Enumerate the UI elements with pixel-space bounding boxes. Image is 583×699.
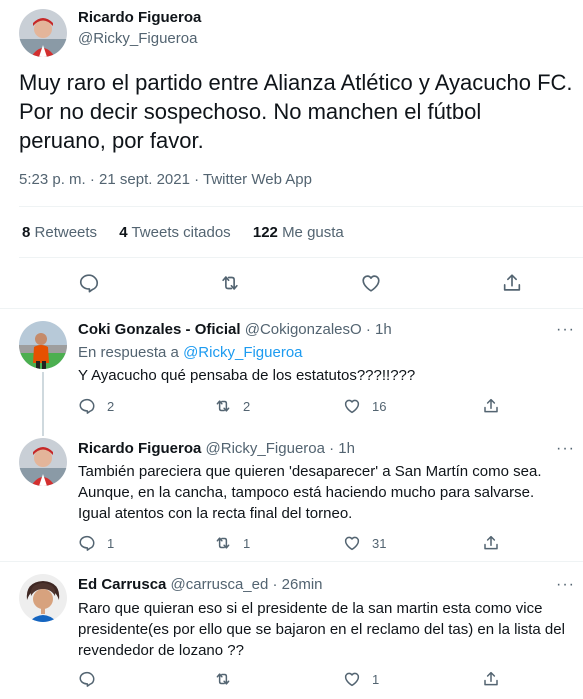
retweet-icon — [216, 673, 230, 685]
quotes-stat[interactable]: 4 Tweets citados — [119, 224, 230, 241]
retweet-button[interactable] — [217, 270, 243, 296]
share-button[interactable] — [482, 669, 500, 689]
like-count: 1 — [372, 671, 380, 687]
like-button[interactable]: 1 — [343, 669, 379, 689]
share-button[interactable] — [499, 270, 525, 296]
retweet-button[interactable]: 2 — [214, 396, 250, 416]
reply-handle-time[interactable]: @CokigonzalesO · 1h — [245, 321, 392, 338]
retweets-stat[interactable]: 8 Retweets — [22, 224, 97, 241]
thread-line — [42, 372, 44, 436]
retweet-button[interactable] — [214, 669, 243, 689]
retweets-label: Retweets — [34, 224, 98, 241]
avatar[interactable] — [19, 9, 67, 57]
like-icon — [344, 536, 360, 551]
retweet-icon — [216, 400, 230, 412]
reply-author-name[interactable]: Coki Gonzales - Oficial — [78, 321, 241, 338]
like-button[interactable] — [358, 270, 384, 296]
reply-text: También pareciera que quieren 'desaparec… — [78, 463, 542, 522]
more-icon[interactable]: ··· — [556, 440, 575, 458]
reply-count: 1 — [107, 535, 115, 551]
like-button[interactable]: 16 — [343, 396, 386, 416]
like-button[interactable]: 31 — [343, 533, 386, 553]
reply-handle-time[interactable]: @carrusca_ed · 26min — [171, 576, 323, 593]
reply-icon — [79, 274, 99, 293]
tweet-timestamp[interactable]: 5:23 p. m. · 21 sept. 2021 · Twitter Web… — [19, 171, 312, 188]
reply-tweet[interactable]: Ed Carrusca @carrusca_ed · 26min ··· Rar… — [0, 562, 583, 699]
more-icon[interactable]: ··· — [556, 321, 575, 339]
retweet-icon — [216, 537, 230, 549]
retweet-button[interactable]: 1 — [214, 533, 250, 553]
avatar[interactable] — [19, 574, 67, 622]
reply-actions: 2 2 16 — [78, 396, 508, 416]
tweet-actions — [0, 270, 583, 296]
avatar[interactable] — [19, 321, 67, 369]
share-icon — [484, 535, 498, 550]
retweet-icon — [222, 276, 238, 290]
divider — [19, 206, 583, 207]
like-icon — [362, 275, 380, 292]
reply-author-name[interactable]: Ed Carrusca — [78, 576, 166, 593]
reply-icon — [79, 398, 95, 414]
like-count: 16 — [372, 398, 387, 414]
reply-icon — [79, 535, 95, 551]
tweet-text: Muy raro el partido entre Alianza Atléti… — [19, 70, 573, 153]
reply-text: Y Ayacucho qué pensaba de los estatutos?… — [78, 367, 416, 384]
divider — [19, 257, 583, 258]
reply-actions: 1 1 31 — [78, 533, 508, 553]
share-icon — [503, 274, 521, 291]
like-count: 31 — [372, 535, 387, 551]
like-icon — [344, 399, 360, 414]
replying-to: En respuesta a @Ricky_Figueroa — [78, 344, 303, 361]
likes-count: 122 — [252, 224, 278, 241]
reply-count: 2 — [107, 398, 115, 414]
tweet-stats: 8 Retweets 4 Tweets citados 122 Me gusta — [22, 224, 362, 241]
retweet-count: 1 — [243, 535, 251, 551]
reply-header: Ed Carrusca @carrusca_ed · 26min — [78, 576, 323, 593]
share-button[interactable] — [482, 396, 500, 416]
like-icon — [344, 672, 360, 687]
more-icon[interactable]: ··· — [556, 576, 575, 594]
reply-handle-time[interactable]: @Ricky_Figueroa · 1h — [206, 440, 355, 457]
retweets-count: 8 — [22, 224, 31, 241]
reply-button[interactable] — [76, 270, 102, 296]
share-button[interactable] — [482, 533, 500, 553]
reply-tweet[interactable]: Ricardo Figueroa @Ricky_Figueroa · 1h ··… — [0, 436, 583, 562]
reply-button[interactable] — [78, 669, 107, 689]
likes-label: Me gusta — [282, 224, 344, 241]
reply-tweet[interactable]: Coki Gonzales - Oficial @CokigonzalesO ·… — [0, 309, 583, 436]
quotes-label: Tweets citados — [131, 224, 231, 241]
retweet-count: 2 — [243, 398, 251, 414]
share-icon — [484, 671, 498, 686]
avatar[interactable] — [19, 438, 67, 486]
likes-stat[interactable]: 122 Me gusta — [253, 224, 344, 241]
reply-author-name[interactable]: Ricardo Figueroa — [78, 440, 201, 457]
reply-header: Coki Gonzales - Oficial @CokigonzalesO ·… — [78, 321, 392, 338]
reply-header: Ricardo Figueroa @Ricky_Figueroa · 1h — [78, 440, 355, 457]
share-icon — [484, 398, 498, 413]
author-handle[interactable]: @Ricky_Figueroa — [78, 30, 197, 47]
replying-to-link[interactable]: @Ricky_Figueroa — [183, 344, 302, 361]
author-name[interactable]: Ricardo Figueroa — [78, 9, 201, 26]
reply-button[interactable]: 1 — [78, 533, 114, 553]
quotes-count: 4 — [119, 224, 128, 241]
reply-button[interactable]: 2 — [78, 396, 114, 416]
reply-actions: 1 — [78, 669, 508, 689]
reply-text: Raro que quieran eso si el presidente de… — [78, 600, 565, 659]
replying-prefix: En respuesta a — [78, 344, 179, 361]
reply-icon — [79, 671, 95, 687]
